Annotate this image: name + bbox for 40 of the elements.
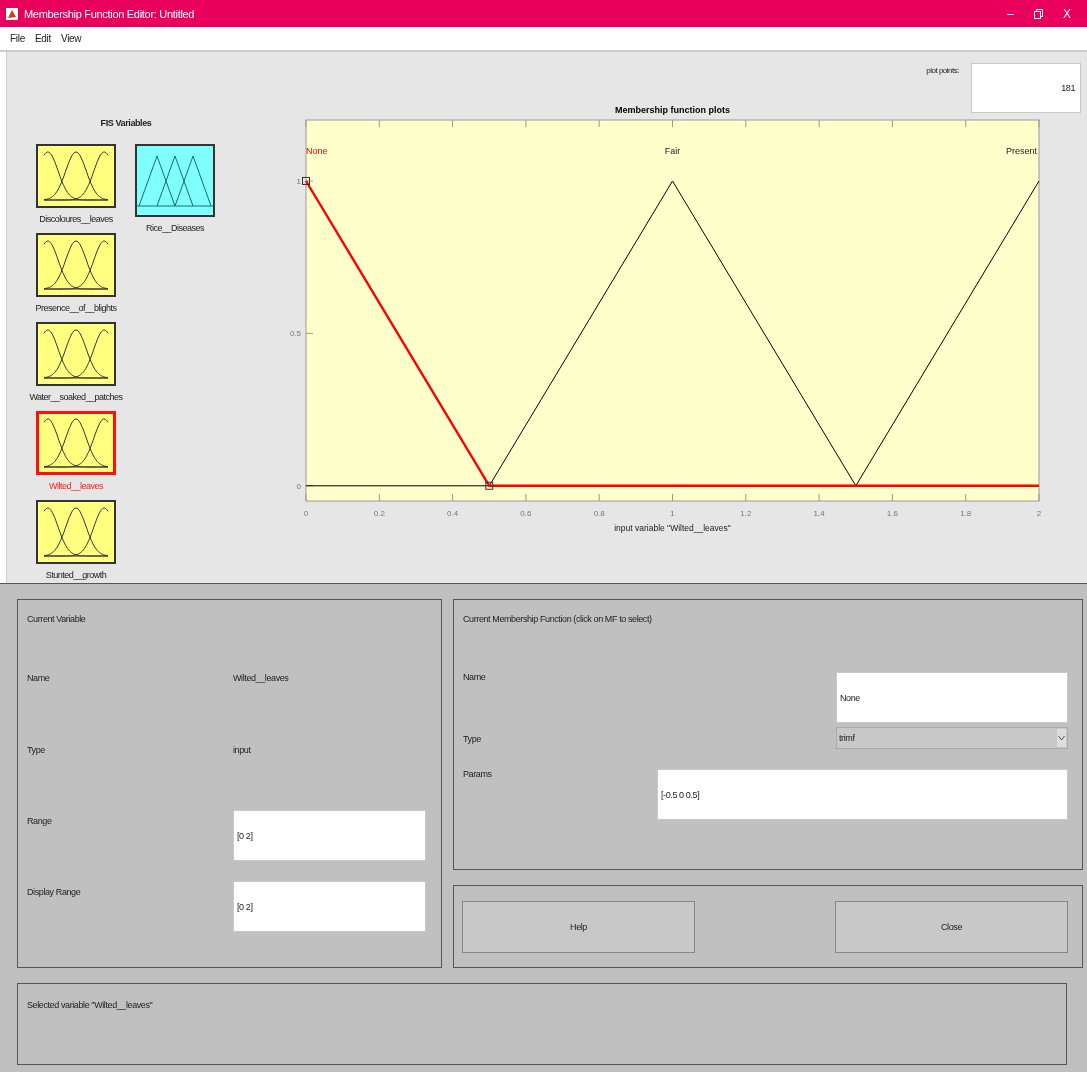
x-tick-label: 0.8	[593, 509, 605, 518]
x-tick-label: 1.4	[813, 509, 825, 518]
x-tick-label: 0.4	[447, 509, 459, 518]
field-label: Name	[27, 673, 51, 683]
variable-label: Wilted__leaves	[49, 481, 103, 491]
field-label: Params	[463, 769, 492, 781]
y-tick-label: 0	[296, 481, 301, 491]
chart-title: Membership function plots	[615, 105, 730, 115]
variable-label: Water__soaked__patches	[29, 392, 123, 402]
x-tick-label: 1.8	[960, 509, 972, 518]
variable-name: Wilted__leaves	[233, 673, 290, 683]
y-tick-label: 0.5	[289, 329, 301, 339]
field-label: Display Range	[27, 887, 82, 897]
panel-title: Current Variable	[27, 614, 87, 624]
variable-label: Stunted__growth	[45, 570, 107, 580]
x-tick-label: 1	[670, 509, 675, 518]
y-tick-label: 1	[296, 176, 301, 186]
x-tick-label: 2	[1036, 509, 1042, 518]
x-tick-label: 0	[303, 509, 309, 518]
window-title: Membership Function Editor: Untitled	[24, 7, 195, 20]
axis-label: input variable "Wilted__leaves"	[614, 523, 731, 533]
variable-label: Rice__Diseases	[146, 223, 204, 233]
x-tick-label: 1.2	[740, 509, 752, 518]
section-title: FIS Variables	[99, 118, 153, 128]
field-label: Range	[27, 816, 53, 826]
membership-label: None	[306, 146, 328, 156]
field-label: Type	[463, 734, 481, 746]
x-tick-label: 0.2	[373, 509, 385, 518]
plot-points-label: plot points:	[926, 66, 959, 75]
variable-type: input	[233, 745, 252, 755]
membership-label: Fair	[664, 146, 681, 156]
panel-title: Current Membership Function (click on MF to select)	[463, 614, 653, 624]
status-message: Selected variable "Wilted__leaves"	[27, 1000, 153, 1010]
variable-label: Discoloures__leaves	[39, 214, 113, 224]
field-label: Type	[27, 745, 46, 755]
field-label: Name	[463, 672, 486, 684]
membership-label: Present	[1005, 146, 1037, 156]
variable-label: Presence__of__blights	[35, 303, 117, 313]
x-tick-label: 1.6	[886, 509, 898, 518]
x-tick-label: 0.6	[520, 509, 532, 518]
